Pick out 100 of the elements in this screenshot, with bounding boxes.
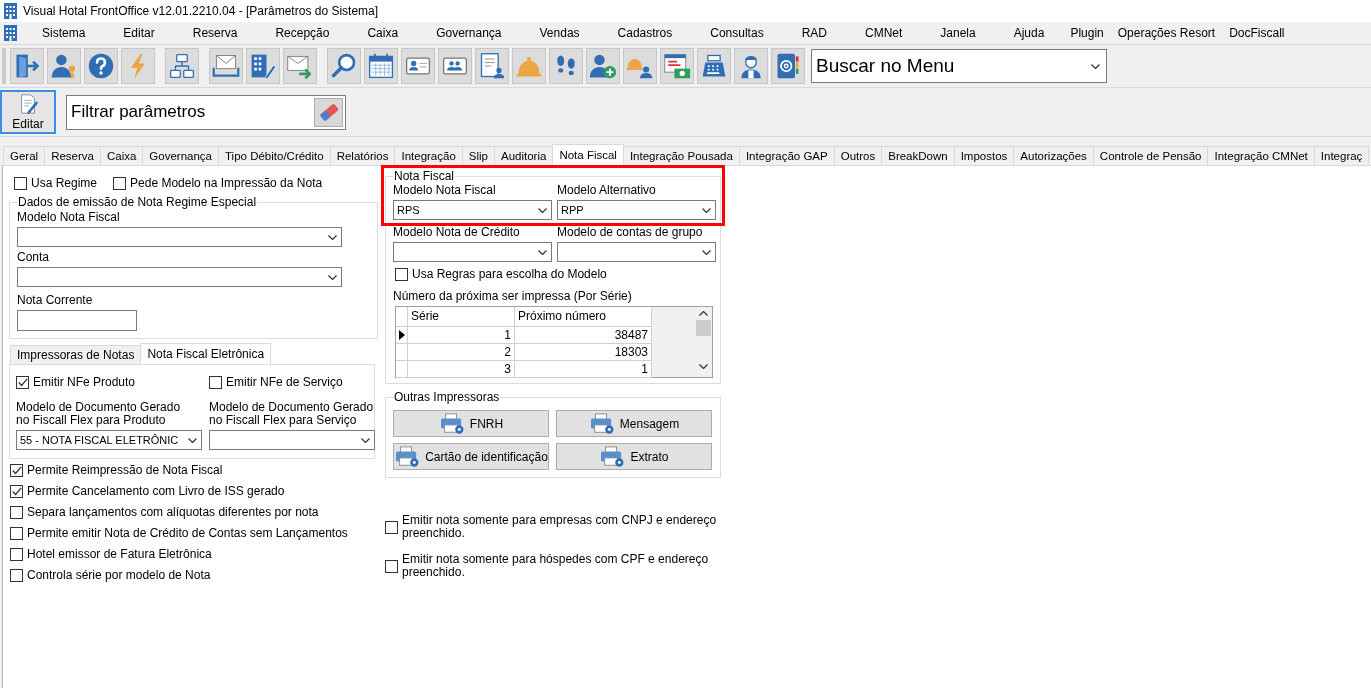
eraser-icon [317,101,340,123]
toolbar-button[interactable] [246,48,280,84]
printer-button[interactable]: Mensagem [556,410,712,437]
field-label: Número da próxima ser impressa (Por Série) [393,290,633,303]
tab[interactable]: Tipo Débito/Crédito [218,146,331,165]
checkbox[interactable] [10,464,23,477]
toolbar-button[interactable] [660,48,694,84]
tab[interactable]: Geral [3,146,46,165]
toolbar-button[interactable] [771,48,805,84]
checkbox[interactable] [113,176,127,190]
checkbox[interactable] [385,520,398,534]
table-cell: 1 [408,327,515,344]
toolbar-button[interactable] [165,48,199,84]
eraser-button[interactable] [314,97,343,127]
dropdown[interactable] [209,430,375,450]
field-label: Modelo Nota Fiscal [393,184,497,197]
dropdown[interactable]: 55 - NOTA FISCAL ELETRÔNIC [16,430,202,450]
address-book-icon [774,52,802,80]
toolbar-button[interactable] [47,48,81,84]
group-title: Nota Fiscal [393,170,456,183]
tab[interactable]: Integração Pousada [622,146,740,165]
dropdown[interactable] [17,267,342,287]
checkbox[interactable] [16,376,29,389]
menu-item[interactable]: Ajuda [994,24,1064,42]
menu-item[interactable]: RAD [782,24,846,42]
tab[interactable]: Slip [461,146,495,165]
dropdown[interactable]: RPS [393,200,552,220]
menu-item[interactable]: DocFiscall [1222,24,1292,42]
toolbar-button[interactable] [364,48,398,84]
menu-item[interactable]: Editar [104,24,174,42]
menu-item[interactable]: Reserva [173,24,257,42]
menu-item[interactable]: Recepção [256,24,349,42]
toolbar-button[interactable] [209,48,243,84]
checkbox[interactable] [14,176,27,190]
checkbox[interactable] [10,485,23,498]
checkbox[interactable] [10,506,23,519]
checkbox[interactable] [395,268,408,281]
toolbar-button[interactable] [283,48,317,84]
row-header-cell[interactable] [396,344,408,361]
tab[interactable]: Nota Fiscal Eletrônica [140,343,272,364]
group-title: Outras Impressoras [393,391,501,404]
tab[interactable]: Integração [394,146,463,165]
menu-item[interactable]: Consultas [691,24,783,42]
dropdown[interactable] [557,242,716,262]
filter-field[interactable]: Filtrar parâmetros [66,94,346,130]
checkbox-label: Permite emitir Nota de Crédito de Contas sem Lançamentos [27,527,348,540]
row-header-cell[interactable] [396,361,408,378]
toolbar-button[interactable] [586,48,620,84]
table-cell: 18303 [515,344,652,361]
toolbar-button[interactable] [623,48,657,84]
toolbar-button[interactable] [475,48,509,84]
menu-item[interactable]: CMNet [846,24,922,42]
checkbox[interactable] [209,376,222,389]
toolbar-button[interactable] [734,48,768,84]
scrollbar-thumb[interactable] [696,320,711,336]
menu-item[interactable]: Cadastros [598,24,692,42]
tab[interactable]: Impressoras de Notas [10,345,142,364]
menu-search-dropdown[interactable]: Buscar no Menu [811,49,1107,83]
toolbar-button[interactable] [84,48,118,84]
toolbar-button[interactable] [327,48,361,84]
tab[interactable]: Impostos [953,146,1015,165]
tab[interactable]: Autorizações [1013,146,1094,165]
checkbox[interactable] [385,559,398,573]
menu-item[interactable]: Plugin [1063,24,1111,42]
building-icon [4,3,17,19]
tab[interactable]: Governança [142,146,219,165]
toolbar-button[interactable] [438,48,472,84]
checkbox-label: Emitir NFe Produto [33,376,136,389]
tab[interactable]: Nota Fiscal [552,144,624,165]
menu-item[interactable]: Caixa [348,24,418,42]
checkbox[interactable] [10,569,23,582]
tick-icon [11,487,22,496]
text-field[interactable] [17,310,137,331]
menu-item[interactable]: Vendas [520,24,599,42]
row-header-cell[interactable] [396,327,408,344]
menu-item[interactable]: Operações Resort [1110,24,1223,42]
printer-button[interactable]: FNRH [393,410,549,437]
edit-button[interactable]: Editar [0,90,56,134]
toolbar-button[interactable] [10,48,44,84]
column-header: Série [408,307,515,327]
window-money-icon [663,52,691,80]
menu-item[interactable]: Sistema [23,24,105,42]
printer-button[interactable]: Cartão de identificação [393,443,549,470]
tab[interactable]: Integração CMNet [1207,146,1315,165]
printer-gear-icon [438,412,465,435]
toolbar-button[interactable] [549,48,583,84]
dropdown[interactable]: RPP [557,200,716,220]
tab[interactable]: Integraç [1313,146,1370,165]
printer-button[interactable]: Extrato [556,443,712,470]
menu-item[interactable]: Janela [921,24,995,42]
toolbar-button[interactable] [401,48,435,84]
checkbox[interactable] [10,548,23,561]
checkbox[interactable] [10,527,23,540]
printer-gear-icon [588,412,615,435]
menu-item[interactable]: Governança [417,24,521,42]
tab[interactable]: Integração GAP [738,146,835,165]
toolbar-button[interactable] [697,48,731,84]
dropdown[interactable] [17,227,342,247]
checkbox-label: Permite Cancelamento com Livro de ISS gerado [27,485,285,498]
dropdown[interactable] [393,242,552,262]
